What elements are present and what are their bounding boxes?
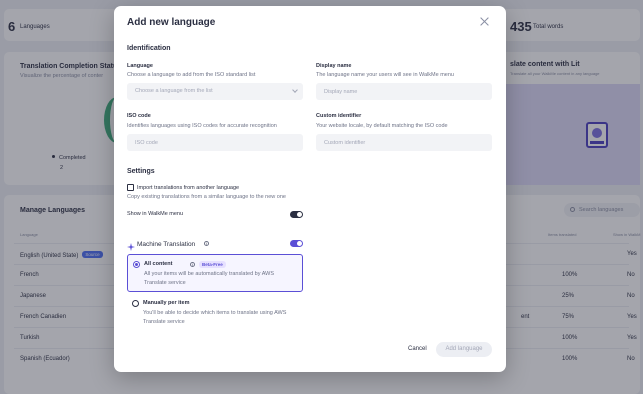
custom-identifier-hint: Your website locale, by default matching… [316, 123, 448, 129]
iso-code-hint: Identifies languages using ISO codes for… [127, 123, 277, 129]
all-content-desc: All your items will be automatically tra… [144, 271, 275, 286]
iso-code-input[interactable] [127, 134, 303, 151]
language-select-placeholder: Choose a language from the list [135, 88, 213, 94]
settings-heading: Settings [127, 168, 155, 175]
machine-translation-toggle[interactable] [290, 240, 303, 247]
language-select[interactable]: Choose a language from the list [127, 83, 303, 100]
language-hint: Choose a language to add from the ISO st… [127, 72, 256, 78]
info-icon: i [190, 262, 195, 267]
all-content-title: All content [144, 261, 173, 267]
modal-title: Add new language [127, 17, 216, 28]
add-language-modal: Add new language Identification Language… [114, 6, 506, 372]
chevron-down-icon [292, 87, 298, 93]
option-manually-per-item[interactable]: Manually per item You'll be able to deci… [127, 296, 303, 328]
import-translations-checkbox[interactable] [127, 184, 134, 191]
add-language-button[interactable]: Add language [436, 342, 492, 357]
info-icon: i [204, 241, 209, 246]
show-menu-toggle[interactable] [290, 211, 303, 218]
option-all-content[interactable]: All content i Beta-Free All your items w… [127, 254, 303, 292]
import-translations-hint: Copy existing translations from a simila… [127, 194, 286, 200]
machine-translation-heading: Machine Translation [137, 241, 196, 248]
beta-free-badge: Beta-Free [199, 261, 226, 268]
display-name-hint: The language name your users will see in… [316, 72, 454, 78]
iso-code-label: ISO code [127, 113, 151, 119]
manually-per-item-title: Manually per item [143, 300, 190, 306]
display-name-label: Display name [316, 63, 352, 69]
close-icon[interactable] [480, 17, 490, 27]
identification-heading: Identification [127, 45, 171, 52]
language-label: Language [127, 63, 153, 69]
custom-identifier-input[interactable] [316, 134, 492, 151]
manually-per-item-radio[interactable] [132, 300, 139, 307]
sparkle-icon [127, 243, 135, 251]
cancel-button[interactable]: Cancel [408, 346, 427, 352]
manually-per-item-desc: You'll be able to decide which items to … [143, 310, 287, 325]
display-name-input[interactable] [316, 83, 492, 100]
custom-identifier-label: Custom identifier [316, 113, 362, 119]
import-translations-label: Import translations from another languag… [137, 185, 240, 191]
all-content-radio[interactable] [133, 261, 140, 268]
show-menu-label: Show in WalkMe menu [127, 211, 184, 217]
